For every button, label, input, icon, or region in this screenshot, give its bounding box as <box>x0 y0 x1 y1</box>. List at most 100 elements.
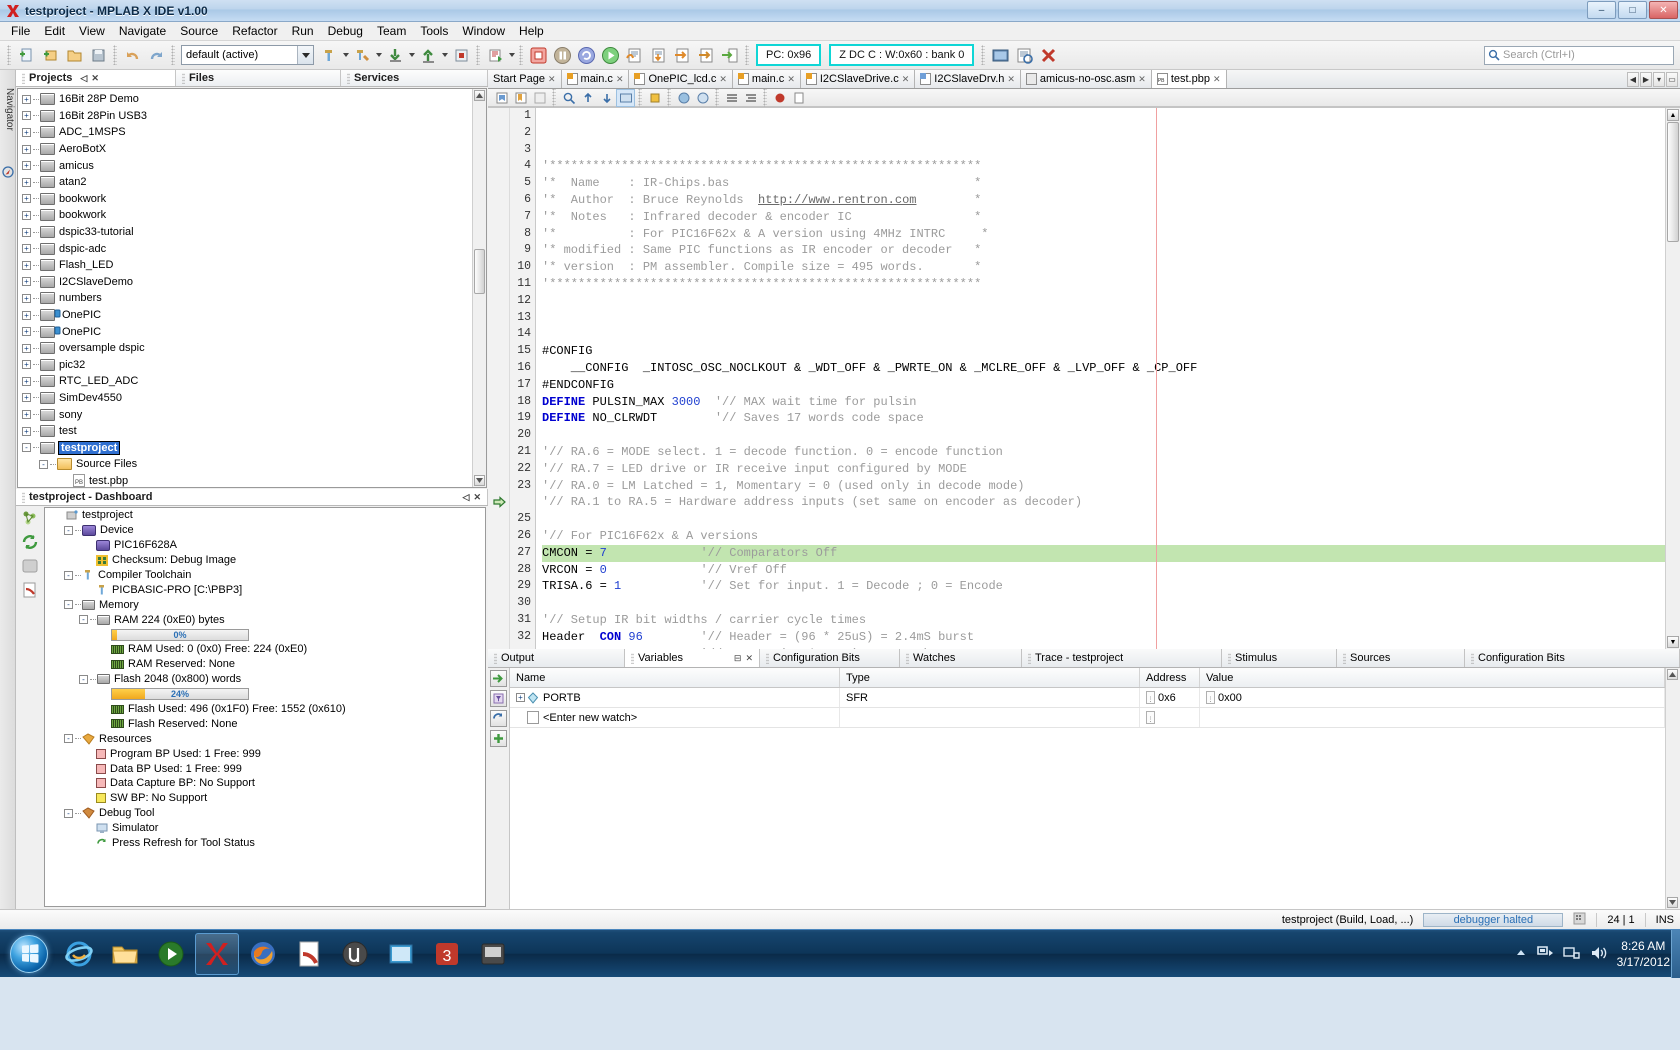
menu-item-debug[interactable]: Debug <box>321 22 370 40</box>
close-icon[interactable]: ✕ <box>1138 74 1146 85</box>
project-tree-item[interactable]: +pic32 <box>18 357 486 374</box>
open-project-icon[interactable] <box>63 44 85 66</box>
project-tree-item[interactable]: +RTC_LED_ADC <box>18 373 486 390</box>
toggle-highlight-icon[interactable] <box>617 90 634 106</box>
tree-expander-icon[interactable]: + <box>22 194 31 203</box>
output-tab-strip[interactable]: OutputVariables⊟✕Configuration BitsWatch… <box>488 649 1680 668</box>
dashboard-tree-item[interactable]: Press Refresh for Tool Status <box>45 836 485 851</box>
pause-debug-icon[interactable] <box>551 44 573 66</box>
toolbar-grip-4[interactable] <box>476 45 480 65</box>
tab-scroll-right-icon[interactable]: ▶ <box>1640 72 1652 87</box>
tree-expander-icon[interactable]: + <box>22 294 31 303</box>
toolbar-grip-2[interactable] <box>113 45 117 65</box>
taskbar-clock[interactable]: 8:26 AM 3/17/2012 <box>1617 938 1670 970</box>
minimize-icon[interactable]: ⊟ <box>734 653 742 664</box>
editor-tab[interactable]: test.pbp✕ <box>1152 70 1227 88</box>
menu-item-source[interactable]: Source <box>173 22 225 40</box>
toolbar-grip-3[interactable] <box>171 45 175 65</box>
code-line[interactable]: '// Setup IR bit widths / carrier cycle … <box>542 612 1680 629</box>
column-header-type[interactable]: Type <box>840 668 1140 687</box>
output-tab[interactable]: Output <box>488 649 625 667</box>
uncomment-icon[interactable] <box>694 90 711 106</box>
editor-toolbar-grip-4[interactable] <box>715 88 719 108</box>
tree-expander-icon[interactable]: + <box>22 211 31 220</box>
shift-left-icon[interactable] <box>646 90 663 106</box>
menu-item-navigate[interactable]: Navigate <box>112 22 173 40</box>
toolbar-grip-6[interactable] <box>745 45 749 65</box>
project-tree-item[interactable]: +OnePIC <box>18 307 486 324</box>
project-tree-item[interactable]: +dspic-adc <box>18 240 486 257</box>
table-row-new-watch[interactable]: <Enter new watch> ⋮ <box>510 708 1665 728</box>
watch-view-icon[interactable] <box>1013 44 1035 66</box>
indent-icon[interactable] <box>723 90 740 106</box>
value-edit-icon[interactable]: ⋮ <box>1206 691 1215 704</box>
output-tab[interactable]: Watches <box>900 649 1022 667</box>
collapse-icon[interactable]: ◁ <box>80 73 87 84</box>
project-tree-item[interactable]: -Source Files <box>18 456 486 473</box>
configuration-combo[interactable]: default (active) <box>181 45 314 65</box>
tree-expander-icon[interactable]: + <box>22 111 31 120</box>
code-line[interactable]: '* : For PIC16F62x & A version using 4MH… <box>542 226 1680 243</box>
action-center-flag-icon[interactable] <box>1536 945 1554 964</box>
redo-icon[interactable] <box>145 44 167 66</box>
build-dropdown-icon[interactable] <box>341 44 350 66</box>
tree-expander-icon[interactable]: + <box>22 360 31 369</box>
watch-scrollbar[interactable] <box>1665 668 1680 909</box>
menu-item-team[interactable]: Team <box>370 22 413 40</box>
projects-tree[interactable]: +16Bit 28P Demo+16Bit 28Pin USB3+ADC_1MS… <box>18 89 486 488</box>
menu-item-view[interactable]: View <box>72 22 112 40</box>
dashboard-tree-item[interactable]: -Memory <box>45 597 485 612</box>
project-tree-item[interactable]: +sony <box>18 406 486 423</box>
tree-expander-icon[interactable]: + <box>22 244 31 253</box>
close-icon[interactable]: ✕ <box>616 74 624 85</box>
tab-maximize-icon[interactable]: ▭ <box>1666 72 1678 87</box>
search-input[interactable]: Search (Ctrl+I) <box>1484 46 1674 65</box>
comment-icon[interactable] <box>675 90 692 106</box>
output-tab[interactable]: Sources <box>1337 649 1465 667</box>
project-tree-item[interactable]: +16Bit 28Pin USB3 <box>18 108 486 125</box>
dashboard-tree-item[interactable]: -Compiler Toolchain <box>45 568 485 583</box>
editor-scroll-thumb[interactable] <box>1667 122 1679 242</box>
undo-icon[interactable] <box>121 44 143 66</box>
tree-expander-icon[interactable]: + <box>22 327 31 336</box>
code-line[interactable]: VRCON = 0 '// Vref Off <box>542 562 1680 579</box>
editor-vertical-scrollbar[interactable]: ▲ ▼ <box>1665 108 1680 649</box>
tab-list-icon[interactable]: ▾ <box>1653 72 1665 87</box>
taskbar-pickit3-icon[interactable]: 3 <box>425 933 469 975</box>
show-desktop-button[interactable] <box>1671 930 1680 978</box>
menu-item-help[interactable]: Help <box>512 22 551 40</box>
code-line[interactable]: Header CON 96 '// Header = (96 * 25uS) =… <box>542 629 1680 646</box>
debug-dropdown-icon[interactable] <box>507 44 516 66</box>
menu-item-edit[interactable]: Edit <box>37 22 72 40</box>
editor-tab[interactable]: I2CSlaveDrv.h✕ <box>915 70 1021 88</box>
output-tab[interactable]: Configuration Bits <box>1465 649 1680 667</box>
last-edit-icon[interactable] <box>790 90 807 106</box>
toolbar-grip-5[interactable] <box>519 45 523 65</box>
tree-expander-icon[interactable]: + <box>22 161 31 170</box>
tree-expander-icon[interactable]: + <box>22 393 31 402</box>
editor-toolbar-grip-3[interactable] <box>667 88 671 108</box>
watch-scroll-down-icon[interactable] <box>1667 897 1678 908</box>
continue-icon[interactable] <box>599 44 621 66</box>
project-tree-item[interactable]: +AeroBotX <box>18 141 486 158</box>
project-tree-item[interactable]: PBtest.pbp <box>18 473 486 488</box>
tree-expander-icon[interactable]: + <box>22 311 31 320</box>
taskbar-internet-explorer-icon[interactable] <box>57 933 101 975</box>
dashboard-tree[interactable]: testproject-DevicePIC16F628AChecksum: De… <box>45 508 485 850</box>
tree-expander-icon[interactable]: + <box>22 344 31 353</box>
watch-grid[interactable]: Name Type Address Value + PORTB SFR <box>510 668 1665 909</box>
code-line[interactable] <box>542 511 1680 528</box>
code-line[interactable]: '* version : PM assembler. Compile size … <box>542 259 1680 276</box>
hold-reset-icon[interactable] <box>450 44 472 66</box>
new-file-icon[interactable] <box>15 44 37 66</box>
scroll-down-arrow-icon[interactable] <box>474 475 485 486</box>
table-row[interactable]: + PORTB SFR ⋮ 0x6 ⋮ 0x00 <box>510 688 1665 708</box>
output-tab[interactable]: Configuration Bits <box>760 649 900 667</box>
menu-item-file[interactable]: File <box>4 22 37 40</box>
watch-cell-address[interactable]: ⋮ 0x6 <box>1140 688 1200 707</box>
status-grid-icon[interactable] <box>1573 912 1586 928</box>
dashboard-tree-item[interactable]: PIC16F628A <box>45 538 485 553</box>
dashboard-tree-item[interactable]: RAM Reserved: None <box>45 657 485 672</box>
code-line[interactable]: '// For PIC16F62x & A versions <box>542 528 1680 545</box>
projects-scroll-thumb[interactable] <box>474 249 485 294</box>
